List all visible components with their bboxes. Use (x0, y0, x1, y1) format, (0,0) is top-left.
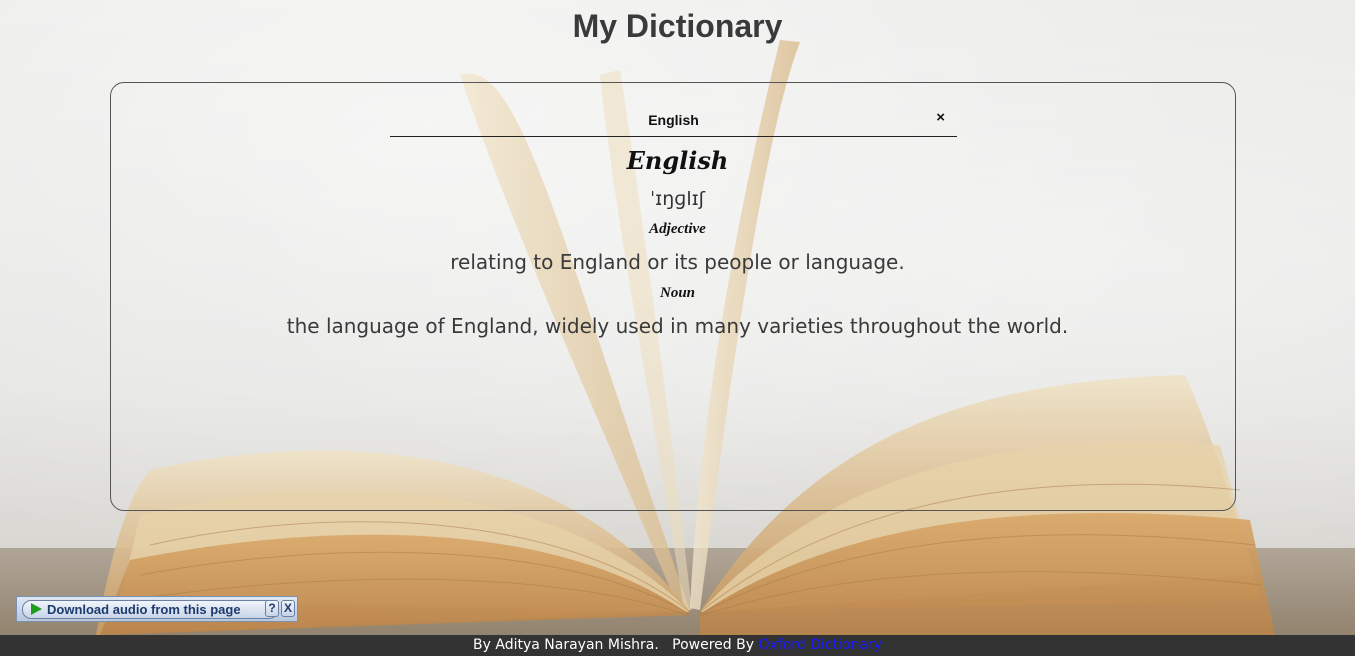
page-title: My Dictionary (572, 8, 783, 44)
download-audio-button[interactable]: Download audio from this page (22, 600, 278, 619)
part-of-speech: Noun (659, 285, 696, 301)
search-box: × (390, 103, 957, 137)
definition: relating to England or its people or lan… (450, 250, 905, 274)
search-input[interactable] (390, 103, 957, 136)
audio-download-toolbar: Download audio from this page ? X (16, 596, 298, 622)
play-icon (31, 603, 42, 615)
close-icon[interactable]: × (936, 109, 945, 126)
footer-author: By Aditya Narayan Mishra. (473, 637, 659, 653)
help-button[interactable]: ? (265, 600, 279, 617)
download-audio-label: Download audio from this page (47, 602, 241, 617)
entry-word: English (626, 146, 729, 175)
footer-powered-by: Powered By (672, 637, 755, 653)
part-of-speech: Adjective (649, 221, 706, 237)
definition: the language of England, widely used in … (286, 314, 1069, 338)
oxford-dictionary-link[interactable]: Oxford Dictionary (758, 637, 881, 653)
entry-phonetic: ˈɪŋɡlɪʃ (649, 188, 706, 210)
close-toolbar-button[interactable]: X (281, 600, 295, 617)
footer: By Aditya Narayan Mishra. Powered By Oxf… (0, 635, 1355, 656)
